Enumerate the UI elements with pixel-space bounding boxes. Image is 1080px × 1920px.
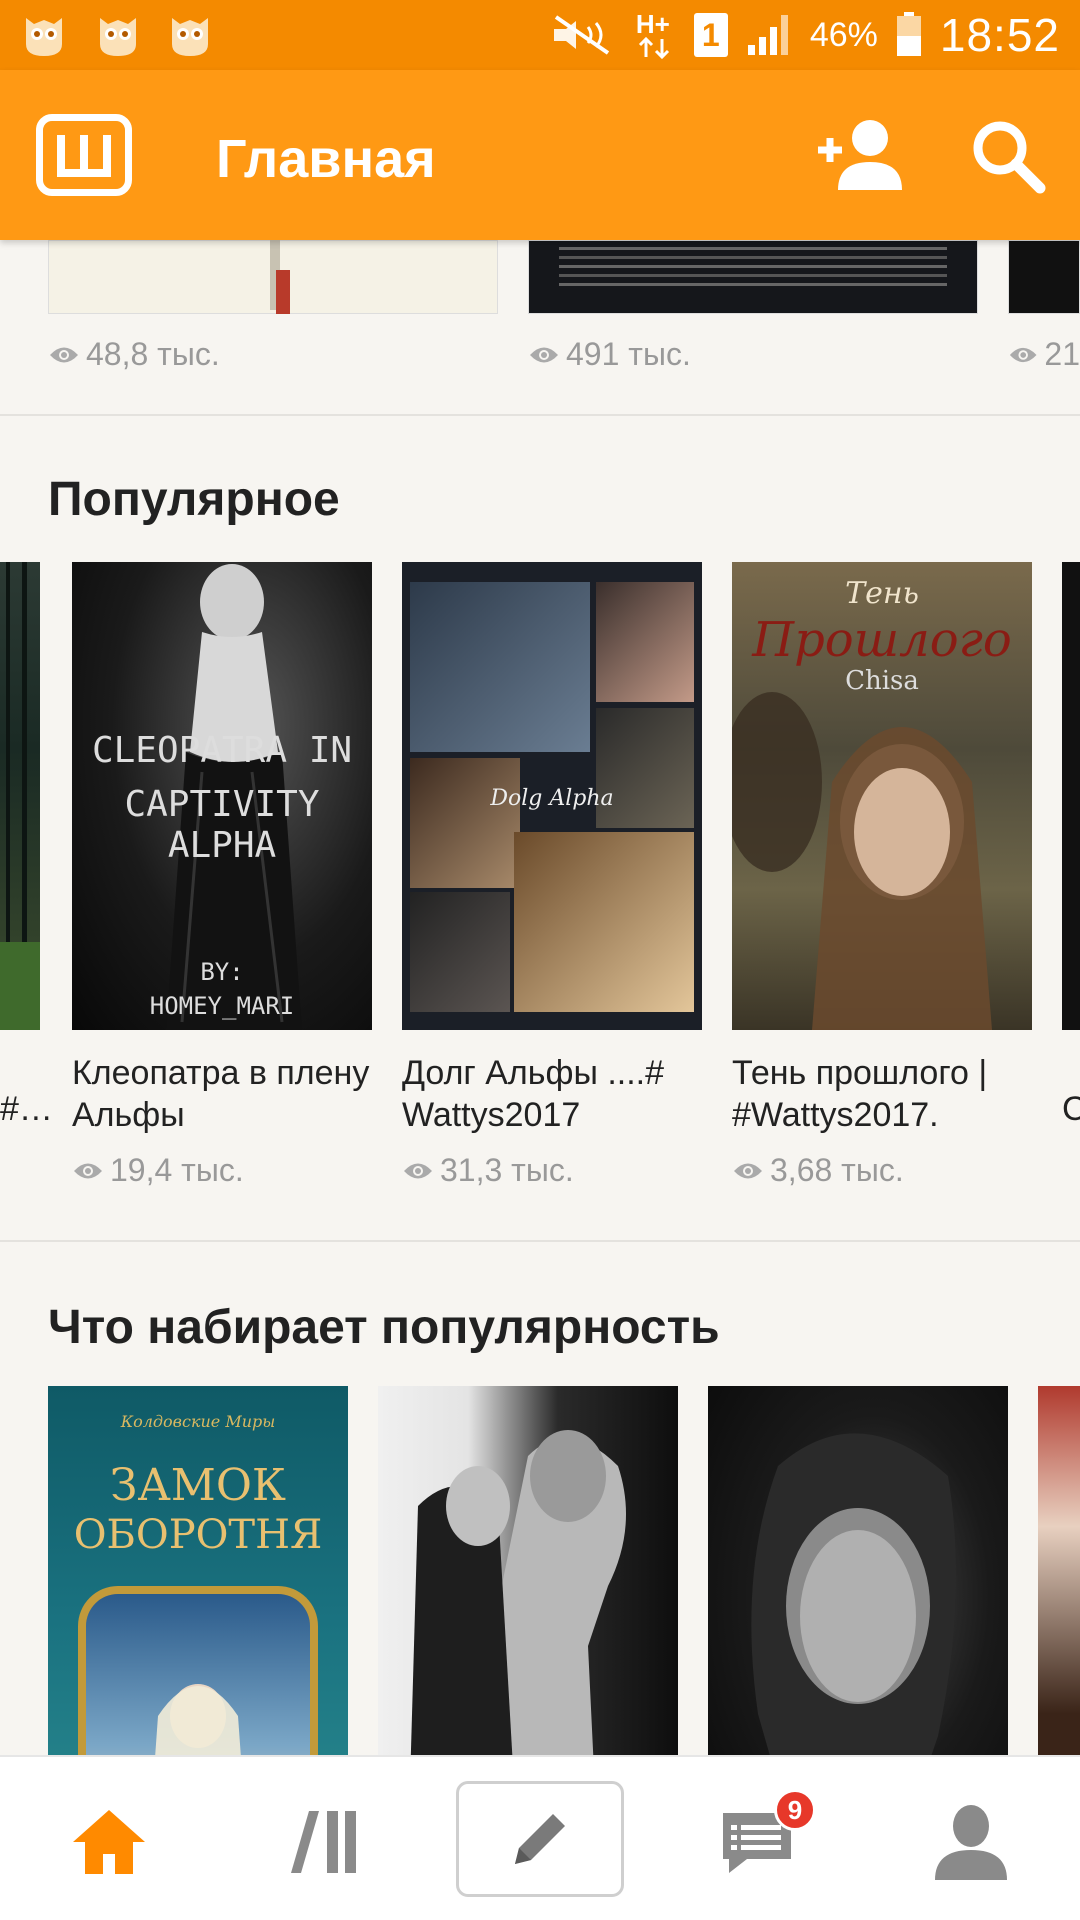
notification-badge: 9 [774, 1789, 816, 1831]
wattpad-logo-icon[interactable] [36, 114, 132, 196]
search-icon [973, 121, 1046, 194]
search-button[interactable] [968, 116, 1048, 196]
story-card[interactable]: 491 тыс. [528, 240, 978, 373]
page-title: Главная [216, 129, 436, 189]
story-title: Клеопатра в плену Альфы [72, 1054, 370, 1134]
divider [0, 1240, 1080, 1242]
sim-icon: 1 [693, 13, 728, 57]
story-cover-partial[interactable] [1038, 1386, 1080, 1755]
partial-title: C [1062, 1090, 1080, 1128]
profile-icon [935, 1805, 1007, 1880]
story-cover: Тень Прошлого Chisa [732, 562, 1032, 1030]
nav-library-button[interactable] [270, 1787, 380, 1897]
eye-icon [1009, 347, 1037, 362]
section-title-popular: Популярное [48, 473, 340, 526]
story-cover: Dolg Alpha [402, 562, 702, 1030]
home-icon [73, 1810, 145, 1874]
network-icon: H+ [636, 9, 676, 59]
nav-profile-button[interactable] [916, 1787, 1026, 1897]
section-title-trending: Что набирает популярность [48, 1301, 720, 1354]
story-cover [378, 1386, 678, 1755]
owl-icon [100, 18, 136, 56]
view-count: 21 [1008, 336, 1080, 373]
battery-icon [896, 12, 921, 56]
home-feed[interactable]: 48,8 тыс. 491 тыс. 21 Популярное #… CLEO… [0, 240, 1080, 1755]
add-user-button[interactable] [814, 114, 904, 194]
story-cover [48, 240, 498, 314]
eye-icon [74, 1163, 102, 1178]
story-cover [528, 240, 978, 314]
write-icon [515, 1814, 565, 1864]
view-count: 48,8 тыс. [48, 336, 498, 373]
story-cover: CLEOPATRA IN CAPTIVITY ALPHA BY: HOMEY_M… [72, 562, 372, 1030]
story-cover-partial[interactable] [0, 562, 40, 1030]
view-count: 3,68 тыс. [732, 1152, 904, 1189]
status-bar: H+ 1 46% 18:52 [0, 0, 1080, 70]
story-card[interactable]: 48,8 тыс. [48, 240, 498, 373]
eye-icon [404, 1163, 432, 1178]
story-cover: Колдовские Миры ЗАМОК ОБОРОТНЯ [48, 1386, 348, 1755]
nav-home-button[interactable] [54, 1787, 164, 1897]
add-user-icon [818, 120, 902, 190]
story-cover [1008, 240, 1080, 314]
owl-icon [172, 18, 208, 56]
battery-percent: 46% [809, 15, 878, 54]
top-story-row[interactable]: 48,8 тыс. 491 тыс. 21 [0, 240, 1080, 414]
story-card[interactable]: 21 [1008, 240, 1080, 373]
story-title: Тень прошлого | #Wattys2017. [732, 1054, 988, 1134]
eye-icon [50, 347, 78, 362]
view-count: 491 тыс. [528, 336, 978, 373]
mute-icon [553, 15, 609, 55]
library-icon [291, 1811, 356, 1873]
clock: 18:52 [939, 9, 1060, 61]
signal-icon [747, 15, 788, 55]
eye-icon [530, 347, 558, 362]
bottom-navigation: 9 [0, 1755, 1080, 1920]
app-bar: Главная [0, 70, 1080, 240]
story-title: Долг Альфы ....# Wattys2017 [402, 1054, 665, 1134]
view-count: 19,4 тыс. [72, 1152, 244, 1189]
nav-write-button[interactable] [456, 1781, 624, 1897]
partial-title: #… [0, 1090, 53, 1128]
story-cover-partial[interactable] [1062, 562, 1080, 1030]
view-count: 31,3 тыс. [402, 1152, 574, 1189]
story-cover [708, 1386, 1008, 1755]
eye-icon [734, 1163, 762, 1178]
owl-icon [26, 18, 62, 56]
divider [0, 414, 1080, 416]
